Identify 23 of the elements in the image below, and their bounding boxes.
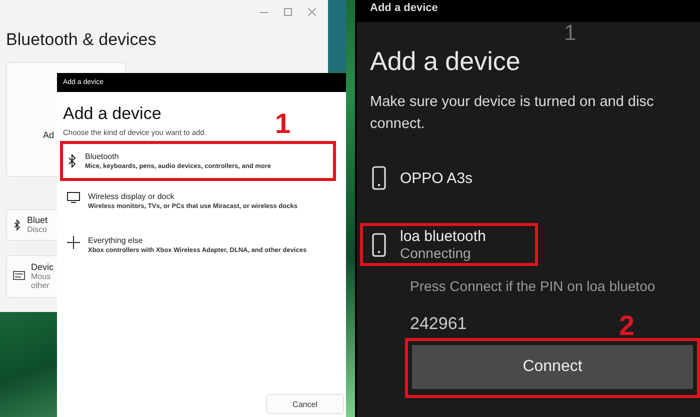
card-title: Bluet — [27, 215, 48, 226]
card-subtitle: Mous — [31, 272, 52, 282]
dialog-prompt: Make sure your device is turned on and disc — [370, 93, 655, 112]
device-status: Connecting — [400, 245, 472, 261]
device-name: loa bluetooth — [400, 228, 486, 245]
pin-code: 242961 — [410, 314, 467, 334]
option-title: Bluetooth — [85, 152, 120, 161]
step-number: 1 — [275, 110, 291, 138]
dialog-heading: Add a device — [370, 46, 522, 77]
step-number: 1 — [564, 22, 576, 44]
dialog-titlebar: Add a device — [357, 0, 700, 22]
card-subtitle: Disco — [27, 225, 48, 234]
step-number: 2 — [619, 312, 635, 340]
page-title: Bluetooth & devices — [6, 30, 158, 50]
card-title: Devic — [31, 262, 54, 272]
dialog-heading: Add a device — [63, 104, 162, 124]
card-subtitle: other — [31, 281, 50, 290]
pin-prompt: Press Connect if the PIN on loa bluetoo — [410, 278, 656, 294]
device-name: OPPO A3s — [400, 170, 473, 186]
option-title: Everything else — [88, 236, 144, 245]
option-title: Wireless display or dock — [88, 192, 176, 201]
dialog-prompt: connect. — [370, 115, 426, 134]
card-title: Ad — [43, 130, 54, 140]
